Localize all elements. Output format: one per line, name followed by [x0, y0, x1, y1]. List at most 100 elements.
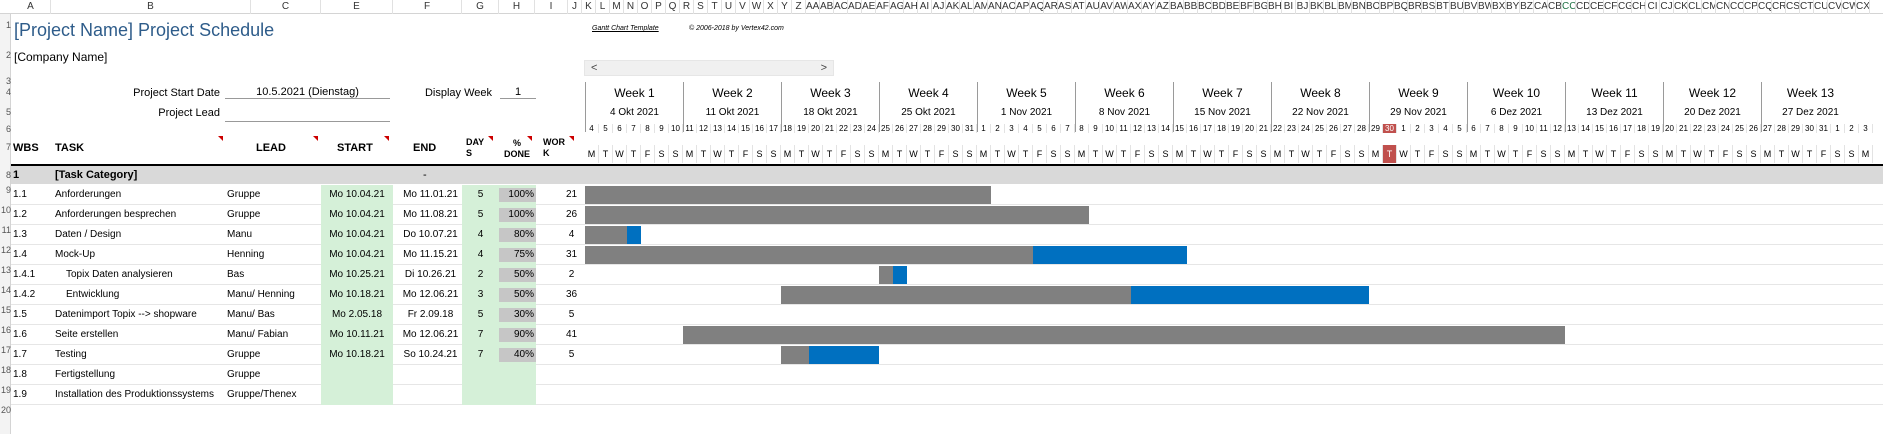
column-letter[interactable]: X: [764, 0, 778, 14]
task-pct[interactable]: 100%: [499, 208, 536, 222]
column-letter[interactable]: P: [652, 0, 666, 14]
col-start[interactable]: START: [337, 142, 373, 154]
gantt-bar-remaining[interactable]: [893, 266, 907, 284]
column-letter[interactable]: H: [499, 0, 535, 14]
project-title[interactable]: [Project Name] Project Schedule: [14, 20, 274, 41]
task-wbs[interactable]: 1.1: [13, 185, 53, 205]
gantt-bar-done[interactable]: [781, 346, 809, 364]
column-letter[interactable]: CN: [1716, 0, 1730, 14]
task-wbs[interactable]: 1.2: [13, 205, 53, 225]
column-letter[interactable]: BM: [1338, 0, 1352, 14]
row-number[interactable]: 12: [0, 245, 11, 255]
task-work[interactable]: 5: [555, 345, 588, 365]
task-work[interactable]: 41: [555, 325, 588, 345]
column-letter[interactable]: AV: [1100, 0, 1114, 14]
column-letter[interactable]: CJ: [1660, 0, 1674, 14]
gantt-bar-done[interactable]: [879, 266, 893, 284]
category-task[interactable]: [Task Category]: [55, 166, 137, 184]
row-number[interactable]: 11: [0, 225, 11, 235]
row-number[interactable]: 14: [0, 285, 11, 295]
template-link[interactable]: Gantt Chart Template: [592, 25, 659, 32]
task-pct-cell[interactable]: 40%: [499, 345, 536, 365]
row-number[interactable]: 17: [0, 345, 11, 355]
column-letter[interactable]: BO: [1366, 0, 1380, 14]
task-lead[interactable]: Gruppe: [227, 345, 327, 365]
column-letter[interactable]: AL: [960, 0, 974, 14]
row-number[interactable]: 6: [0, 124, 11, 134]
column-letter[interactable]: CC: [1562, 0, 1576, 14]
task-start[interactable]: Mo 10.25.21: [321, 265, 393, 285]
task-pct-cell[interactable]: 90%: [499, 325, 536, 345]
column-letter[interactable]: N: [624, 0, 638, 14]
task-days[interactable]: 4: [462, 245, 499, 265]
column-letter[interactable]: CS: [1786, 0, 1800, 14]
column-letter[interactable]: BE: [1226, 0, 1240, 14]
task-pct[interactable]: 50%: [499, 268, 536, 282]
row-number[interactable]: 7: [0, 142, 11, 152]
task-start-empty[interactable]: [321, 365, 393, 385]
column-letter[interactable]: Y: [778, 0, 792, 14]
column-letter[interactable]: BC: [1198, 0, 1212, 14]
task-pct[interactable]: 90%: [499, 328, 536, 342]
table-row[interactable]: 1.7 Testing Gruppe Mo 10.18.21 So 10.24.21 7 5…: [11, 345, 1883, 365]
table-row[interactable]: 1.3 Daten / Design Manu Mo 10.04.21 Do 10.07…: [11, 225, 1883, 245]
task-work[interactable]: 36: [555, 285, 588, 305]
column-letter[interactable]: AT: [1072, 0, 1086, 14]
column-letter[interactable]: BV: [1464, 0, 1478, 14]
col-days[interactable]: DAYS: [466, 137, 486, 159]
project-start-input[interactable]: 10.5.2021 (Dienstag): [225, 86, 390, 99]
column-letter[interactable]: AZ: [1156, 0, 1170, 14]
task-wbs[interactable]: 1.3: [13, 225, 53, 245]
column-letter[interactable]: CA: [1534, 0, 1548, 14]
column-letter[interactable]: AG: [890, 0, 904, 14]
column-letter[interactable]: AQ: [1030, 0, 1044, 14]
task-work[interactable]: 21: [555, 185, 588, 205]
column-letter[interactable]: CB: [1548, 0, 1562, 14]
column-letter[interactable]: BQ: [1394, 0, 1408, 14]
column-letter[interactable]: CT: [1800, 0, 1814, 14]
column-letter[interactable]: E: [321, 0, 393, 14]
column-letter[interactable]: CO: [1730, 0, 1744, 14]
gantt-bar-done[interactable]: [683, 326, 1565, 344]
column-letter[interactable]: I: [535, 0, 568, 14]
column-letter[interactable]: AX: [1128, 0, 1142, 14]
task-name[interactable]: Testing: [55, 345, 255, 365]
task-lead[interactable]: Gruppe: [227, 185, 327, 205]
column-letter[interactable]: CK: [1674, 0, 1688, 14]
column-letter[interactable]: U: [722, 0, 736, 14]
column-letter[interactable]: AA: [806, 0, 820, 14]
column-letter[interactable]: AR: [1044, 0, 1058, 14]
task-work[interactable]: 26: [555, 205, 588, 225]
column-letter[interactable]: CL: [1688, 0, 1702, 14]
task-end[interactable]: Mo 12.06.21: [395, 285, 466, 305]
task-wbs[interactable]: 1.4.2: [13, 285, 53, 305]
column-letter[interactable]: AE: [862, 0, 876, 14]
task-wbs[interactable]: 1.4: [13, 245, 53, 265]
task-pct-cell[interactable]: 75%: [499, 245, 536, 265]
task-name[interactable]: Mock-Up: [55, 245, 255, 265]
gantt-bar-remaining[interactable]: [809, 346, 879, 364]
task-start[interactable]: Mo 10.04.21: [321, 205, 393, 225]
column-letter[interactable]: AD: [848, 0, 862, 14]
task-work[interactable]: 31: [555, 245, 588, 265]
row-number[interactable]: 13: [0, 265, 11, 275]
column-letter[interactable]: Z: [792, 0, 806, 14]
column-letter[interactable]: CP: [1744, 0, 1758, 14]
column-letter[interactable]: O: [638, 0, 652, 14]
task-pct[interactable]: 100%: [499, 188, 536, 202]
column-letter[interactable]: T: [708, 0, 722, 14]
task-work[interactable]: 5: [555, 305, 588, 325]
company-name[interactable]: [Company Name]: [14, 50, 107, 64]
column-letter[interactable]: BG: [1254, 0, 1268, 14]
table-row[interactable]: 1.6 Seite erstellen Manu/ Fabian Mo 10.11.2…: [11, 325, 1883, 345]
column-letter[interactable]: AW: [1114, 0, 1128, 14]
task-lead[interactable]: Manu/ Henning: [227, 285, 327, 305]
column-letter[interactable]: BP: [1380, 0, 1394, 14]
task-start-empty[interactable]: [321, 385, 393, 405]
column-letter[interactable]: A: [11, 0, 51, 14]
column-letter[interactable]: CR: [1772, 0, 1786, 14]
column-letter[interactable]: AC: [834, 0, 848, 14]
table-row[interactable]: 1.4 Mock-Up Henning Mo 10.04.21 Mo 11.15.21 4…: [11, 245, 1883, 265]
column-letter[interactable]: BT: [1436, 0, 1450, 14]
column-letter[interactable]: CE: [1590, 0, 1604, 14]
